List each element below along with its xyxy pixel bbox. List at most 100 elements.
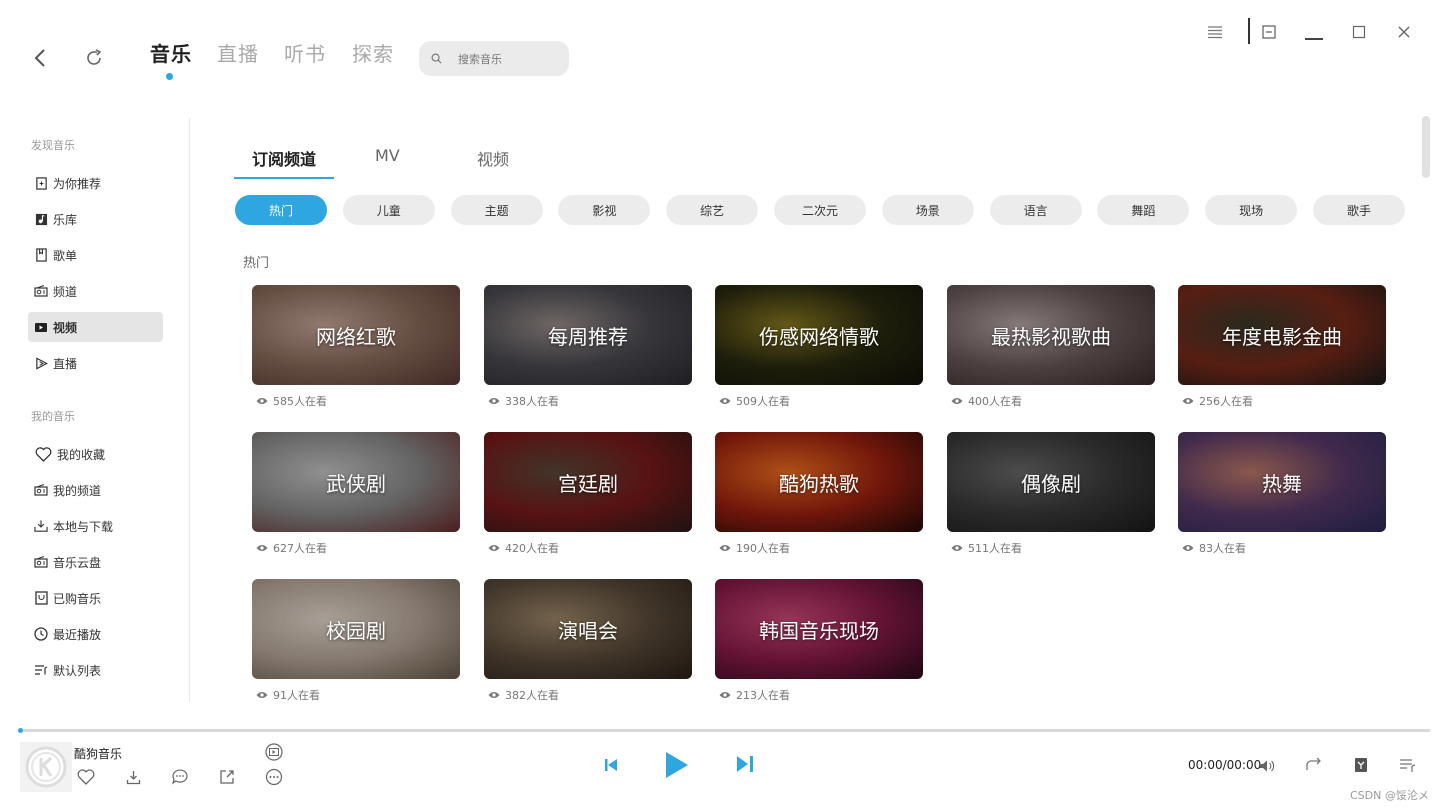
sidebar-item-purchased[interactable]: 已购音乐 xyxy=(28,583,163,613)
playlist-queue-button[interactable] xyxy=(1397,754,1419,776)
category-chip[interactable]: 二次元 xyxy=(774,195,866,225)
repeat-mode-button[interactable] xyxy=(1303,754,1325,776)
progress-knob[interactable] xyxy=(18,728,23,733)
refresh-button[interactable] xyxy=(80,44,108,72)
sidebar-item-label: 视频 xyxy=(53,320,78,335)
chevron-left-icon xyxy=(34,49,45,67)
channel-thumbnail: 演唱会 xyxy=(484,579,692,679)
sidebar-item-my-channel[interactable]: 我的频道 xyxy=(28,475,163,505)
category-chip[interactable]: 综艺 xyxy=(666,195,759,225)
like-button[interactable] xyxy=(75,766,97,788)
viewer-count: 400人在看 xyxy=(947,393,1155,409)
category-chip[interactable]: 主题 xyxy=(450,195,543,225)
viewer-count: 382人在看 xyxy=(484,687,692,703)
minimize-icon xyxy=(1305,38,1323,40)
subtab-subscribed-channels[interactable]: 订阅频道 xyxy=(252,146,316,170)
category-chip[interactable]: 热门 xyxy=(235,195,327,225)
maximize-button[interactable] xyxy=(1347,20,1371,44)
channel-title: 每周推荐 xyxy=(548,324,628,349)
minimize-button[interactable] xyxy=(1302,20,1326,44)
mini-mode-button[interactable] xyxy=(1257,20,1281,44)
channel-card[interactable]: 网络红歌 585人在看 xyxy=(252,285,460,409)
channel-card[interactable]: 偶像剧 511人在看 xyxy=(947,432,1155,556)
menu-button[interactable] xyxy=(1203,20,1227,44)
channel-card[interactable]: 韩国音乐现场 213人在看 xyxy=(715,579,923,703)
channel-thumbnail: 伤感网络情歌 xyxy=(715,285,923,385)
lyrics-button[interactable] xyxy=(1350,754,1372,776)
channel-card[interactable]: 热舞 83人在看 xyxy=(1178,432,1386,556)
subtab-video[interactable]: 视频 xyxy=(477,146,509,170)
sidebar-item-cloud[interactable]: 音乐云盘 xyxy=(28,547,163,577)
share-icon xyxy=(220,770,234,784)
category-chip[interactable]: 儿童 xyxy=(342,195,435,225)
channel-title: 热舞 xyxy=(1262,471,1302,496)
volume-button[interactable] xyxy=(1256,755,1278,777)
category-chip[interactable]: 语言 xyxy=(989,195,1082,225)
tab-live[interactable]: 直播 xyxy=(217,38,259,67)
sidebar-item-favorites[interactable]: 我的收藏 xyxy=(28,439,163,469)
category-chip[interactable]: 影视 xyxy=(558,195,651,225)
sidebar-section-discover: 发现音乐 xyxy=(31,139,75,152)
channel-card[interactable]: 最热影视歌曲 400人在看 xyxy=(947,285,1155,409)
back-button[interactable] xyxy=(26,44,54,72)
channel-card[interactable]: 年度电影金曲 256人在看 xyxy=(1178,285,1386,409)
download-button[interactable] xyxy=(122,766,144,788)
share-button[interactable] xyxy=(216,766,238,788)
lyrics-icon xyxy=(1355,758,1367,772)
download-icon xyxy=(34,519,48,533)
sidebar-item-channel[interactable]: 频道 xyxy=(28,276,163,306)
tab-audiobook[interactable]: 听书 xyxy=(284,38,326,67)
channel-card[interactable]: 伤感网络情歌 509人在看 xyxy=(715,285,923,409)
playback-progress-bar[interactable] xyxy=(18,728,1430,733)
search-input[interactable]: 搜索音乐 xyxy=(419,41,569,76)
channel-card[interactable]: 每周推荐 338人在看 xyxy=(484,285,692,409)
category-chip[interactable]: 舞蹈 xyxy=(1097,195,1190,225)
tab-explore[interactable]: 探索 xyxy=(352,38,394,67)
channel-card[interactable]: 酷狗热歌 190人在看 xyxy=(715,432,923,556)
sidebar-item-local-download[interactable]: 本地与下载 xyxy=(28,511,163,541)
channel-thumbnail: 韩国音乐现场 xyxy=(715,579,923,679)
viewer-count-text: 420人在看 xyxy=(505,542,559,555)
play-button[interactable] xyxy=(659,747,693,783)
tab-music[interactable]: 音乐 xyxy=(150,38,192,67)
viewer-count-text: 509人在看 xyxy=(736,395,790,408)
category-chip[interactable]: 现场 xyxy=(1205,195,1298,225)
comment-icon xyxy=(171,769,188,785)
eye-icon xyxy=(951,545,963,551)
comment-button[interactable] xyxy=(169,766,191,788)
volume-icon xyxy=(1260,760,1275,772)
skip-next-icon xyxy=(737,756,753,772)
album-cover[interactable] xyxy=(20,742,72,792)
channel-title: 武侠剧 xyxy=(326,471,386,496)
scrollbar-thumb[interactable] xyxy=(1422,116,1430,178)
channel-card[interactable]: 校园剧 91人在看 xyxy=(252,579,460,703)
sidebar-item-default-list[interactable]: 默认列表 xyxy=(28,655,163,685)
close-button[interactable] xyxy=(1392,20,1416,44)
radio-icon xyxy=(34,483,48,497)
channel-card[interactable]: 武侠剧 627人在看 xyxy=(252,432,460,556)
viewer-count-text: 400人在看 xyxy=(968,395,1022,408)
mv-button[interactable] xyxy=(263,741,285,763)
more-button[interactable] xyxy=(263,766,285,788)
channel-title: 网络红歌 xyxy=(316,324,396,349)
mv-icon xyxy=(265,743,283,761)
sidebar-item-video[interactable]: 视频 xyxy=(28,312,163,342)
next-button[interactable] xyxy=(734,753,756,775)
eye-icon xyxy=(719,398,731,404)
sidebar-item-recent[interactable]: 最近播放 xyxy=(28,619,163,649)
category-chip[interactable]: 场景 xyxy=(881,195,974,225)
category-chip[interactable]: 歌手 xyxy=(1313,195,1405,225)
sidebar-item-library[interactable]: 乐库 xyxy=(28,204,163,234)
subtab-mv[interactable]: MV xyxy=(375,146,400,165)
channel-card[interactable]: 演唱会 382人在看 xyxy=(484,579,692,703)
sidebar-item-label: 音乐云盘 xyxy=(53,555,102,570)
menu-icon xyxy=(1208,26,1222,39)
sidebar-item-live[interactable]: 直播 xyxy=(28,348,163,378)
sidebar-item-label: 我的频道 xyxy=(53,483,102,498)
sidebar-item-playlist[interactable]: 歌单 xyxy=(28,240,163,270)
sidebar-item-label: 默认列表 xyxy=(53,663,102,678)
previous-button[interactable] xyxy=(600,754,622,776)
sidebar-item-recommend[interactable]: 为你推荐 xyxy=(28,168,163,198)
channel-card[interactable]: 宫廷剧 420人在看 xyxy=(484,432,692,556)
viewer-count-text: 338人在看 xyxy=(505,395,559,408)
